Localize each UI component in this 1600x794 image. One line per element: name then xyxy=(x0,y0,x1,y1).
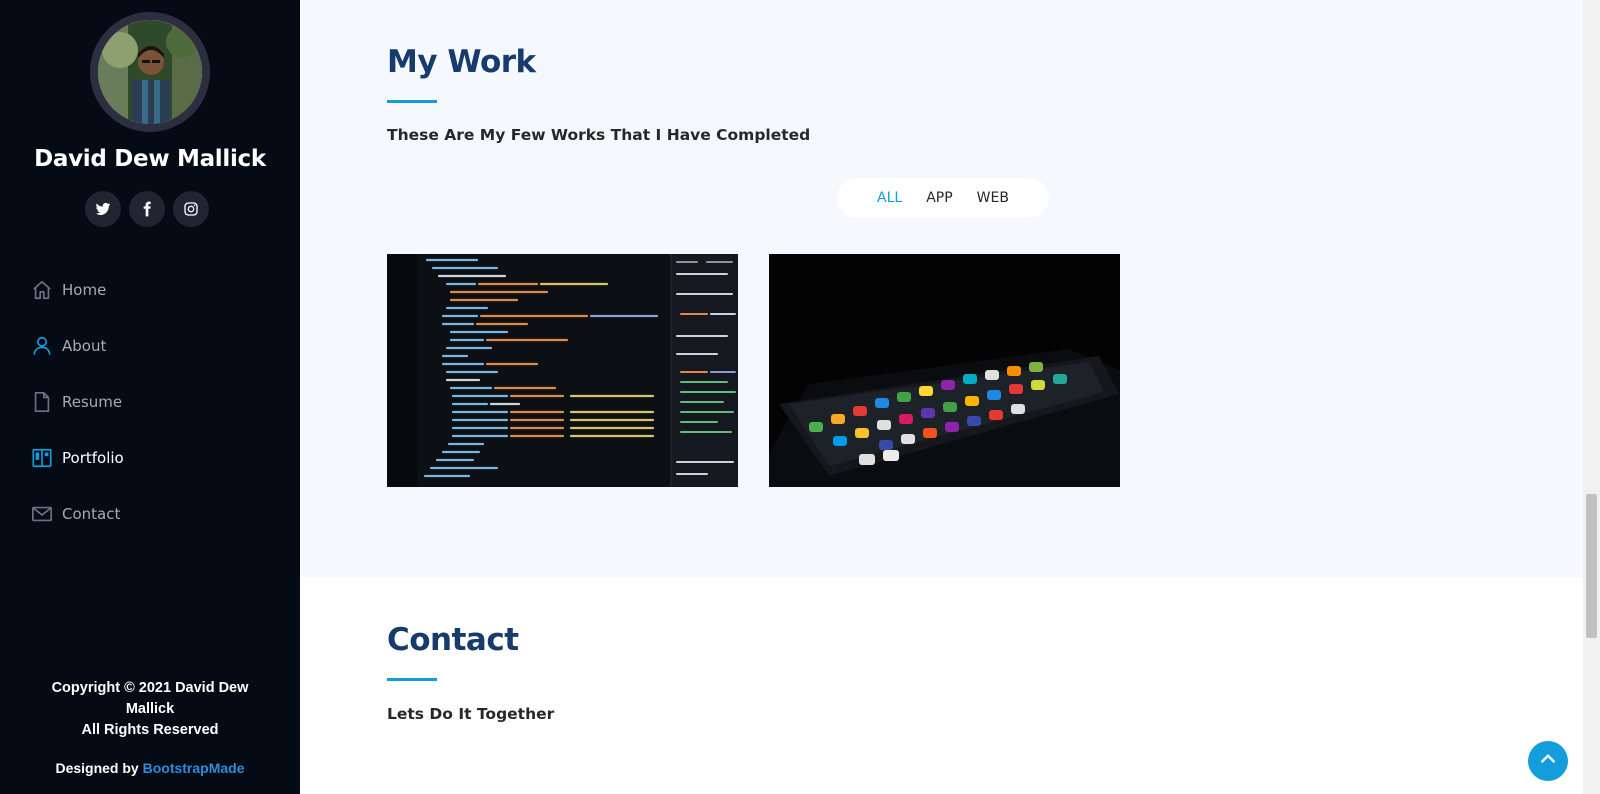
credits: Designed by BootstrapMade xyxy=(0,760,300,776)
copyright-line: Mallick xyxy=(125,701,175,717)
nav-item-portfolio[interactable]: Portfolio xyxy=(0,430,300,486)
nav-label: Home xyxy=(62,281,107,299)
social-links xyxy=(85,191,209,227)
nav-item-home[interactable]: Home xyxy=(0,262,300,318)
contact-section: Contact Lets Do It Together xyxy=(300,577,1600,794)
nav-label: Contact xyxy=(62,505,121,523)
profile-name: David Dew Mallick xyxy=(34,146,266,172)
home-icon xyxy=(30,278,54,302)
twitter-icon[interactable] xyxy=(85,191,121,227)
filter-all[interactable]: ALL xyxy=(877,190,902,206)
instagram-icon[interactable] xyxy=(173,191,209,227)
back-to-top-button[interactable] xyxy=(1528,741,1568,781)
avatar[interactable] xyxy=(90,12,210,132)
facebook-icon[interactable] xyxy=(129,191,165,227)
person-icon xyxy=(30,334,54,358)
credits-prefix: Designed by xyxy=(55,760,143,776)
copyright-line: All Rights Reserved xyxy=(81,722,219,738)
file-icon xyxy=(30,390,54,414)
portfolio-section: My Work These Are My Few Works That I Ha… xyxy=(300,0,1600,577)
nav-label: Portfolio xyxy=(62,449,124,467)
sidebar: David Dew Mallick Home About Resume Port… xyxy=(0,0,300,794)
copyright-line: Copyright © 2021 David Dew xyxy=(51,680,249,696)
section-subtitle: Lets Do It Together xyxy=(387,705,555,723)
nav-item-contact[interactable]: Contact xyxy=(0,486,300,542)
section-title: My Work xyxy=(387,44,536,80)
title-underline xyxy=(387,100,437,103)
nav-item-resume[interactable]: Resume xyxy=(0,374,300,430)
nav-label: Resume xyxy=(62,393,123,411)
nav-label: About xyxy=(62,337,107,355)
filter-web[interactable]: WEB xyxy=(977,190,1009,206)
section-subtitle: These Are My Few Works That I Have Compl… xyxy=(387,126,811,144)
book-icon xyxy=(30,446,54,470)
scrollbar-track[interactable] xyxy=(1583,0,1600,794)
section-title: Contact xyxy=(387,622,519,658)
portfolio-item-code[interactable] xyxy=(387,254,738,487)
chevron-up-icon xyxy=(1538,749,1558,774)
portfolio-filters: ALL APP WEB xyxy=(837,178,1049,218)
envelope-icon xyxy=(30,502,54,526)
portfolio-item-phone[interactable] xyxy=(769,254,1120,487)
scrollbar-thumb[interactable] xyxy=(1586,494,1597,638)
copyright: Copyright © 2021 David Dew Mallick All R… xyxy=(40,678,260,741)
bootstrapmade-link[interactable]: BootstrapMade xyxy=(143,760,245,776)
nav-menu: Home About Resume Portfolio Contact xyxy=(0,262,300,542)
nav-item-about[interactable]: About xyxy=(0,318,300,374)
filter-app[interactable]: APP xyxy=(926,190,952,206)
title-underline xyxy=(387,678,437,681)
